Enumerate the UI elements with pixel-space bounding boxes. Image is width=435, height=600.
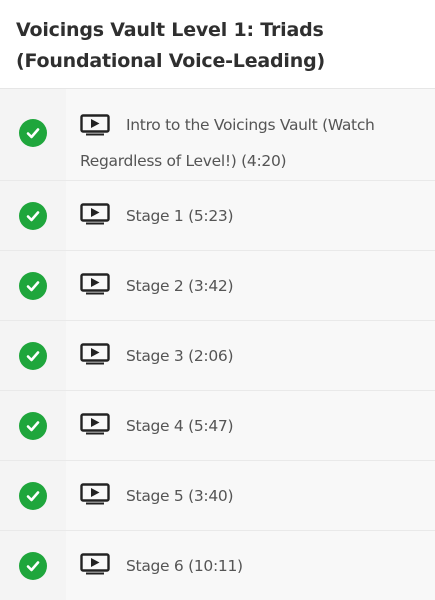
lecture-title: Stage 6 (10:11) [126,557,243,575]
video-icon [80,482,110,505]
lecture-status [0,461,66,530]
lecture-status [0,321,66,390]
lecture-link[interactable]: Stage 6 (10:11) [66,531,435,600]
lecture-item[interactable]: Stage 3 (2:06) [0,321,435,391]
completed-check-icon [19,411,47,440]
lecture-status [0,531,66,600]
course-curriculum: Voicings Vault Level 1: Triads (Foundati… [0,0,435,600]
lecture-link[interactable]: Stage 4 (5:47) [66,391,435,460]
lecture-title: Stage 5 (3:40) [126,486,234,505]
lecture-title: Stage 2 (3:42) [126,276,234,295]
completed-check-icon [19,552,47,580]
video-icon [80,342,110,365]
lecture-item[interactable]: Stage 2 (3:42) [0,251,435,321]
lecture-item[interactable]: Stage 1 (5:23) [0,181,435,251]
completed-check-icon [19,481,47,510]
lecture-link[interactable]: Stage 2 (3:42) [66,251,435,320]
completed-check-icon [19,271,47,300]
completed-check-icon [19,341,47,370]
lecture-status [0,251,66,320]
lecture-item[interactable]: Stage 5 (3:40) [0,461,435,531]
video-icon [80,113,110,135]
lecture-title: Stage 3 (2:06) [126,346,234,365]
lecture-status [0,89,66,180]
section-title: Voicings Vault Level 1: Triads (Foundati… [16,19,325,72]
completed-check-icon [19,119,47,147]
video-icon [80,272,110,295]
lecture-title: Stage 4 (5:47) [126,416,234,435]
lecture-title-wrapper: Intro to the Voicings Vault (Watch Regar… [80,107,421,179]
video-icon [80,202,110,225]
lecture-item[interactable]: Stage 6 (10:11) [0,531,435,600]
lecture-list: Intro to the Voicings Vault (Watch Regar… [0,89,435,600]
lecture-item[interactable]: Intro to the Voicings Vault (Watch Regar… [0,89,435,181]
lecture-link[interactable]: Intro to the Voicings Vault (Watch Regar… [66,89,435,180]
lecture-status [0,181,66,250]
video-icon [80,553,110,575]
lecture-status [0,391,66,460]
lecture-link[interactable]: Stage 5 (3:40) [66,461,435,530]
lecture-link[interactable]: Stage 3 (2:06) [66,321,435,390]
lecture-title: Stage 1 (5:23) [126,206,234,225]
completed-check-icon [19,201,47,230]
video-icon [80,412,110,435]
lecture-link[interactable]: Stage 1 (5:23) [66,181,435,250]
lecture-item[interactable]: Stage 4 (5:47) [0,391,435,461]
lecture-title: Intro to the Voicings Vault (Watch Regar… [80,116,375,170]
section-header: Voicings Vault Level 1: Triads (Foundati… [0,0,435,89]
